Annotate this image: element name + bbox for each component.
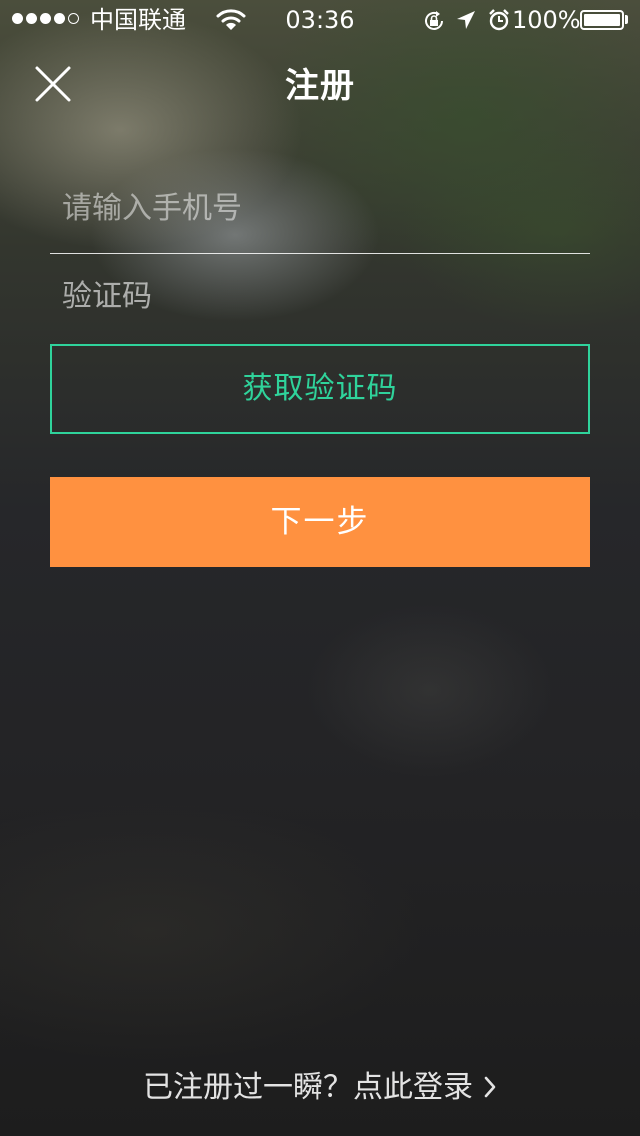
register-screen: 中国联通 03:36 100% 注册 请输入手机号 验证码 获取验证码 下一步 … [0, 0, 640, 1136]
get-verification-code-button[interactable]: 获取验证码 [50, 344, 590, 434]
phone-number-input[interactable] [50, 165, 590, 251]
battery-cap [625, 15, 628, 24]
next-step-button[interactable]: 下一步 [50, 477, 590, 567]
nav-bar: 注册 [0, 40, 640, 128]
battery-fill [584, 14, 620, 26]
login-link-text: 已注册过一瞬？点此登录 [143, 1070, 473, 1105]
rotation-lock-icon [422, 9, 446, 39]
status-bar: 中国联通 03:36 100% [0, 0, 640, 40]
page-title: 注册 [285, 66, 355, 106]
alarm-icon [487, 8, 511, 38]
chevron-right-icon [484, 1076, 496, 1097]
verification-code-input[interactable] [50, 256, 590, 336]
battery-percent: 100% [512, 6, 581, 34]
field-divider [50, 253, 590, 254]
location-arrow-icon [455, 9, 477, 37]
login-link[interactable]: 已注册过一瞬？点此登录 [0, 1064, 640, 1112]
battery-icon [580, 10, 624, 30]
